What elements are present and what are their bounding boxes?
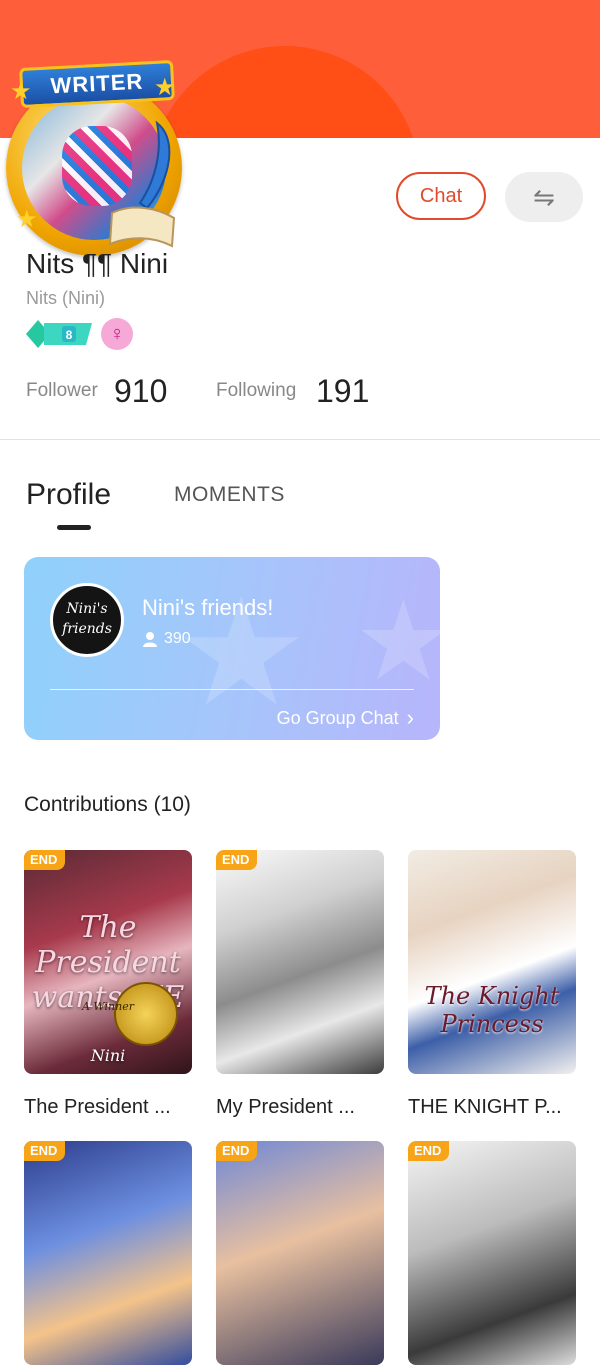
- follower-label[interactable]: Follower: [26, 380, 98, 402]
- star-decoration-icon: ★: [354, 580, 440, 703]
- cover-author: Nini: [90, 1046, 126, 1065]
- following-label[interactable]: Following: [216, 380, 296, 402]
- profile-nickname: Nits (Nini): [26, 288, 105, 308]
- book-cover[interactable]: END: [216, 1141, 384, 1365]
- writer-badge: WRITER: [19, 59, 175, 109]
- star-icon: ★: [154, 74, 176, 101]
- star-icon: ★: [16, 206, 38, 233]
- cover-title: The Knight Princess: [424, 982, 560, 1038]
- star-icon: ★: [10, 78, 32, 105]
- book-cover[interactable]: The Knight Princess: [408, 850, 576, 1074]
- book-title[interactable]: THE KNIGHT P...: [408, 1096, 576, 1119]
- book-cover[interactable]: The President wants ME A Winner Nini END: [24, 850, 192, 1074]
- end-badge: END: [216, 850, 258, 870]
- level-number: 8: [66, 328, 73, 342]
- book-cover[interactable]: END: [24, 1141, 192, 1365]
- group-card-divider: [50, 689, 414, 690]
- profile-name: Nits ¶¶ Nini: [26, 248, 169, 279]
- level-badge: 8: [26, 320, 92, 348]
- award-seal: [114, 982, 178, 1046]
- follower-count[interactable]: 910: [114, 373, 167, 410]
- tab-indicator: [57, 525, 91, 530]
- group-chat-card[interactable]: ★ ★ Nini's friends Nini's friends! 390 G…: [24, 557, 440, 740]
- tab-moments[interactable]: MOMENTS: [174, 483, 285, 507]
- group-name: Nini's friends!: [142, 595, 274, 620]
- divider: [0, 439, 600, 440]
- chat-button[interactable]: Chat: [396, 172, 486, 220]
- following-count[interactable]: 191: [316, 373, 369, 410]
- book-cover[interactable]: END: [216, 850, 384, 1074]
- avatar[interactable]: WRITER ★ ★ ★: [2, 58, 192, 256]
- end-badge: END: [408, 1141, 450, 1161]
- book-title[interactable]: My President ...: [216, 1096, 384, 1119]
- group-avatar: Nini's friends: [50, 583, 124, 657]
- chevron-right-icon: ›: [406, 705, 414, 730]
- book-cover[interactable]: END: [408, 1141, 576, 1365]
- contributions-title: Contributions (10): [24, 793, 191, 816]
- swap-arrows-icon: ⇋: [533, 181, 555, 212]
- share-button[interactable]: ⇋: [505, 172, 583, 222]
- go-group-chat-link[interactable]: Go Group Chat ›: [277, 705, 414, 731]
- seal-text: A Winner: [81, 1000, 134, 1013]
- gender-icon: ♀: [101, 318, 133, 350]
- end-badge: END: [24, 1141, 66, 1161]
- tab-profile[interactable]: Profile: [26, 478, 111, 512]
- end-badge: END: [216, 1141, 258, 1161]
- end-badge: END: [24, 850, 66, 870]
- group-member-count: 390: [142, 630, 191, 648]
- person-icon: [143, 632, 157, 647]
- book-title[interactable]: The President ...: [24, 1096, 192, 1119]
- quill-icon: [108, 120, 176, 248]
